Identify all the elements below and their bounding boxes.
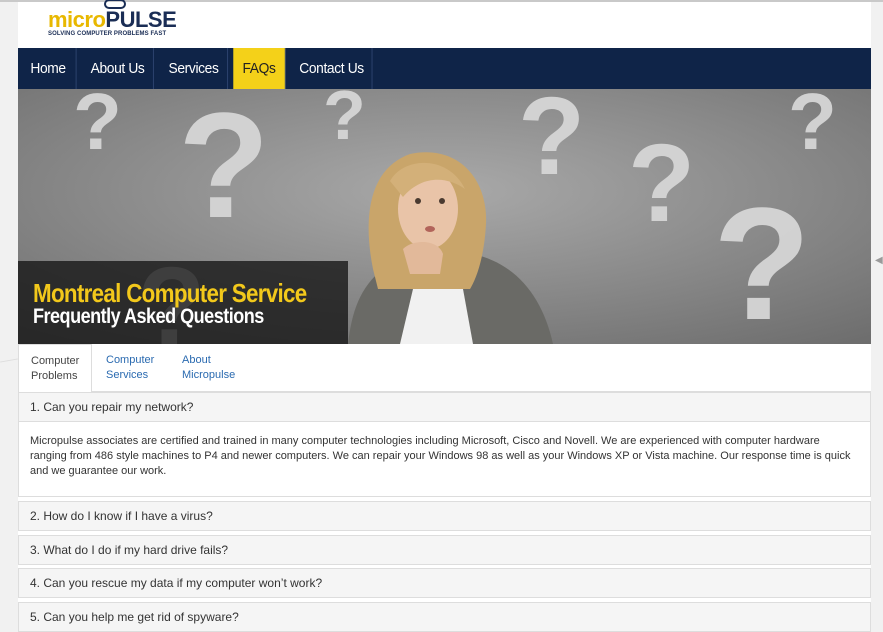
page-container: microPULSE SOLVING COMPUTER PROBLEMS FAS… <box>18 0 871 632</box>
tab-label-line2: Problems <box>31 370 78 382</box>
faq-question[interactable]: 5. Can you help me get rid of spyware? <box>18 602 871 632</box>
logo-text-pulse: PULSE <box>105 7 177 32</box>
question-mark-icon: ? <box>73 89 122 166</box>
faq-question[interactable]: 1. Can you repair my network? <box>18 392 871 422</box>
faq-item: 1. Can you repair my network? Micropulse… <box>18 392 871 497</box>
logo-tagline: SOLVING COMPUTER PROBLEMS FAST <box>48 31 167 37</box>
nav-item-faqs[interactable]: FAQs <box>233 48 286 89</box>
tab-label-line1: Computer <box>31 355 80 367</box>
logo-text-micro: micro <box>48 7 106 32</box>
faq-item: 4. Can you rescue my data if my computer… <box>18 568 871 598</box>
tab-label-line1: Computer <box>106 354 155 366</box>
nav-item-about-us[interactable]: About Us <box>82 48 154 89</box>
question-mark-icon: ? <box>628 122 695 245</box>
hero-banner: ? ? ? ? ? ? ? ? Montr <box>18 89 871 344</box>
question-mark-icon: ? <box>323 89 366 154</box>
question-mark-icon: ? <box>518 89 585 198</box>
side-scroll-arrow-icon[interactable]: ◀ <box>875 255 883 266</box>
background-decoration <box>0 358 18 363</box>
faq-question[interactable]: 3. What do I do if my hard drive fails? <box>18 535 871 565</box>
question-mark-icon: ? <box>713 174 811 344</box>
main-nav: Home About Us Services FAQs Contact Us <box>18 48 871 89</box>
nav-item-contact-us[interactable]: Contact Us <box>292 48 373 89</box>
faq-item: 3. What do I do if my hard drive fails? <box>18 535 871 565</box>
micropulse-logo[interactable]: microPULSE SOLVING COMPUTER PROBLEMS FAS… <box>48 0 178 45</box>
faq-item: 5. Can you help me get rid of spyware? <box>18 602 871 632</box>
header: microPULSE SOLVING COMPUTER PROBLEMS FAS… <box>18 0 871 48</box>
tab-label-line2: Micropulse <box>182 369 236 381</box>
nav-item-services[interactable]: Services <box>160 48 229 89</box>
nav-item-home[interactable]: Home <box>20 48 77 89</box>
faq-item: 2. How do I know if I have a virus? <box>18 501 871 531</box>
logo-wordmark: microPULSE <box>48 7 177 32</box>
question-mark-icon: ? <box>788 89 837 166</box>
tab-label-line1: About <box>182 354 211 366</box>
faq-question[interactable]: 4. Can you rescue my data if my computer… <box>18 568 871 598</box>
faq-question[interactable]: 2. How do I know if I have a virus? <box>18 501 871 531</box>
hero-subtitle: Frequently Asked Questions <box>33 305 264 328</box>
faq-answer: Micropulse associates are certified and … <box>18 422 871 497</box>
tab-about-micropulse[interactable]: About Micropulse <box>170 344 250 392</box>
tab-label-line2: Services <box>106 369 149 381</box>
tab-computer-problems[interactable]: Computer Problems <box>18 344 92 393</box>
question-mark-icon: ? <box>178 89 270 249</box>
tab-computer-services[interactable]: Computer Services <box>94 344 168 392</box>
faq-tabs: Computer Problems Computer Services Abou… <box>18 344 871 393</box>
